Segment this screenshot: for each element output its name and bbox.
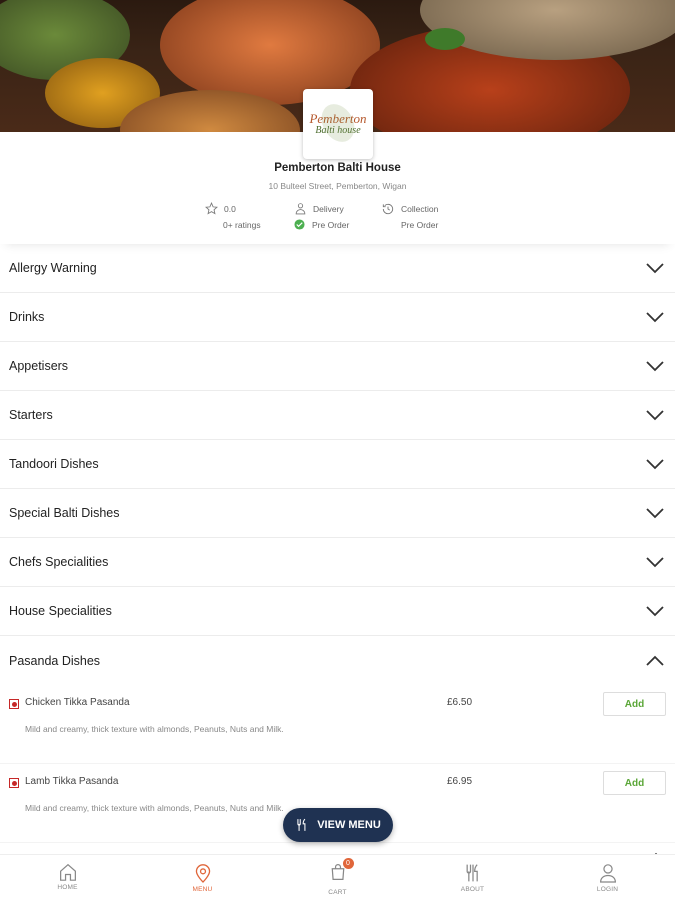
collection-label: Collection — [401, 203, 439, 214]
view-menu-button[interactable]: VIEW MENU — [283, 808, 393, 842]
rating-block: 0.0 0+ ratings — [205, 202, 261, 231]
item-description: Mild and creamy, thick texture with almo… — [25, 803, 284, 813]
category-label: Starters — [9, 408, 53, 422]
item-price: £6.50 — [447, 697, 473, 708]
item-name: Chicken Tikka Pasanda — [25, 697, 130, 708]
nav-menu-label: MENU — [192, 886, 213, 893]
logo-leaf — [315, 98, 361, 148]
category-drinks[interactable]: Drinks — [0, 293, 675, 342]
nav-login-label: LOGIN — [596, 886, 619, 893]
home-icon — [59, 863, 76, 881]
item-name: Lamb Tikka Pasanda — [25, 776, 119, 787]
category-label: Tandoori Dishes — [9, 457, 99, 471]
nav-menu[interactable]: MENU — [135, 855, 270, 900]
category-label: Drinks — [9, 310, 45, 324]
category-label: Special Balti Dishes — [9, 506, 120, 520]
bottom-nav: HOME MENU 0 CART ABOUT LOGIN — [0, 854, 675, 900]
menu-item: Chicken Tikka Pasanda £6.50 Mild and cre… — [0, 685, 675, 764]
cutlery-icon — [466, 864, 478, 882]
category-tandoori-dishes[interactable]: Tandoori Dishes — [0, 440, 675, 489]
chevron-up-icon — [646, 655, 664, 666]
chevron-down-icon — [646, 410, 664, 421]
restaurant-logo: Pemberton Balti house — [303, 89, 373, 159]
category-label: House Specialities — [9, 604, 112, 618]
category-special-balti-dishes[interactable]: Special Balti Dishes — [0, 489, 675, 538]
category-allergy-warning[interactable]: Allergy Warning — [0, 244, 675, 293]
herb-garnish — [425, 28, 465, 50]
chevron-down-icon — [646, 508, 664, 519]
view-menu-label: VIEW MENU — [317, 819, 381, 831]
add-button[interactable]: Add — [603, 692, 666, 716]
nav-home[interactable]: HOME — [0, 855, 135, 900]
chevron-down-icon — [646, 606, 664, 617]
nav-cart[interactable]: 0 CART — [270, 855, 405, 900]
category-label: Allergy Warning — [9, 261, 97, 275]
category-house-specialities[interactable]: House Specialities — [0, 587, 675, 636]
nav-login[interactable]: LOGIN — [540, 855, 675, 900]
chevron-down-icon — [646, 557, 664, 568]
non-veg-marker-icon — [9, 699, 19, 709]
menu-categories: Allergy Warning Drinks Appetisers Starte… — [0, 244, 675, 843]
cart-icon-wrap: 0 — [329, 858, 354, 886]
item-price: £6.95 — [447, 776, 473, 787]
category-pasanda-dishes[interactable]: Pasanda Dishes — [0, 636, 675, 685]
check-circle-icon — [294, 219, 305, 230]
nav-home-label: HOME — [57, 884, 78, 891]
chevron-down-icon — [646, 361, 664, 372]
add-button[interactable]: Add — [603, 771, 666, 795]
category-appetisers[interactable]: Appetisers — [0, 342, 675, 391]
delivery-block: Delivery Pre Order — [294, 202, 349, 231]
category-chefs-specialities[interactable]: Chefs Specialities — [0, 538, 675, 587]
cart-count-badge: 0 — [342, 858, 354, 869]
star-icon — [205, 202, 218, 215]
non-veg-marker-icon — [9, 778, 19, 788]
collection-block: Collection Pre Order — [381, 202, 438, 231]
chevron-down-icon — [646, 263, 664, 274]
category-label: Pasanda Dishes — [9, 653, 101, 668]
rating-value: 0.0 — [224, 203, 236, 214]
delivery-status: Pre Order — [312, 219, 350, 230]
history-clock-icon — [382, 203, 394, 214]
restaurant-name: Pemberton Balti House — [274, 162, 401, 174]
delivery-label: Delivery — [313, 203, 344, 214]
chevron-down-icon — [646, 459, 664, 470]
category-starters[interactable]: Starters — [0, 391, 675, 440]
nav-cart-label: CART — [328, 889, 347, 896]
nav-about-label: ABOUT — [460, 886, 485, 893]
nav-about[interactable]: ABOUT — [405, 855, 540, 900]
location-pin-icon — [195, 864, 210, 883]
category-label: Appetisers — [9, 359, 69, 373]
collection-status: Pre Order — [401, 219, 439, 230]
category-label: Chefs Specialities — [9, 555, 109, 569]
cutlery-icon — [297, 818, 306, 831]
delivery-person-icon — [295, 203, 306, 215]
item-description: Mild and creamy, thick texture with almo… — [25, 724, 284, 734]
chevron-down-icon — [646, 312, 664, 323]
restaurant-address: 10 Bulteel Street, Pemberton, Wigan — [268, 181, 407, 191]
ratings-count: 0+ ratings — [223, 219, 261, 230]
user-icon — [599, 864, 616, 883]
